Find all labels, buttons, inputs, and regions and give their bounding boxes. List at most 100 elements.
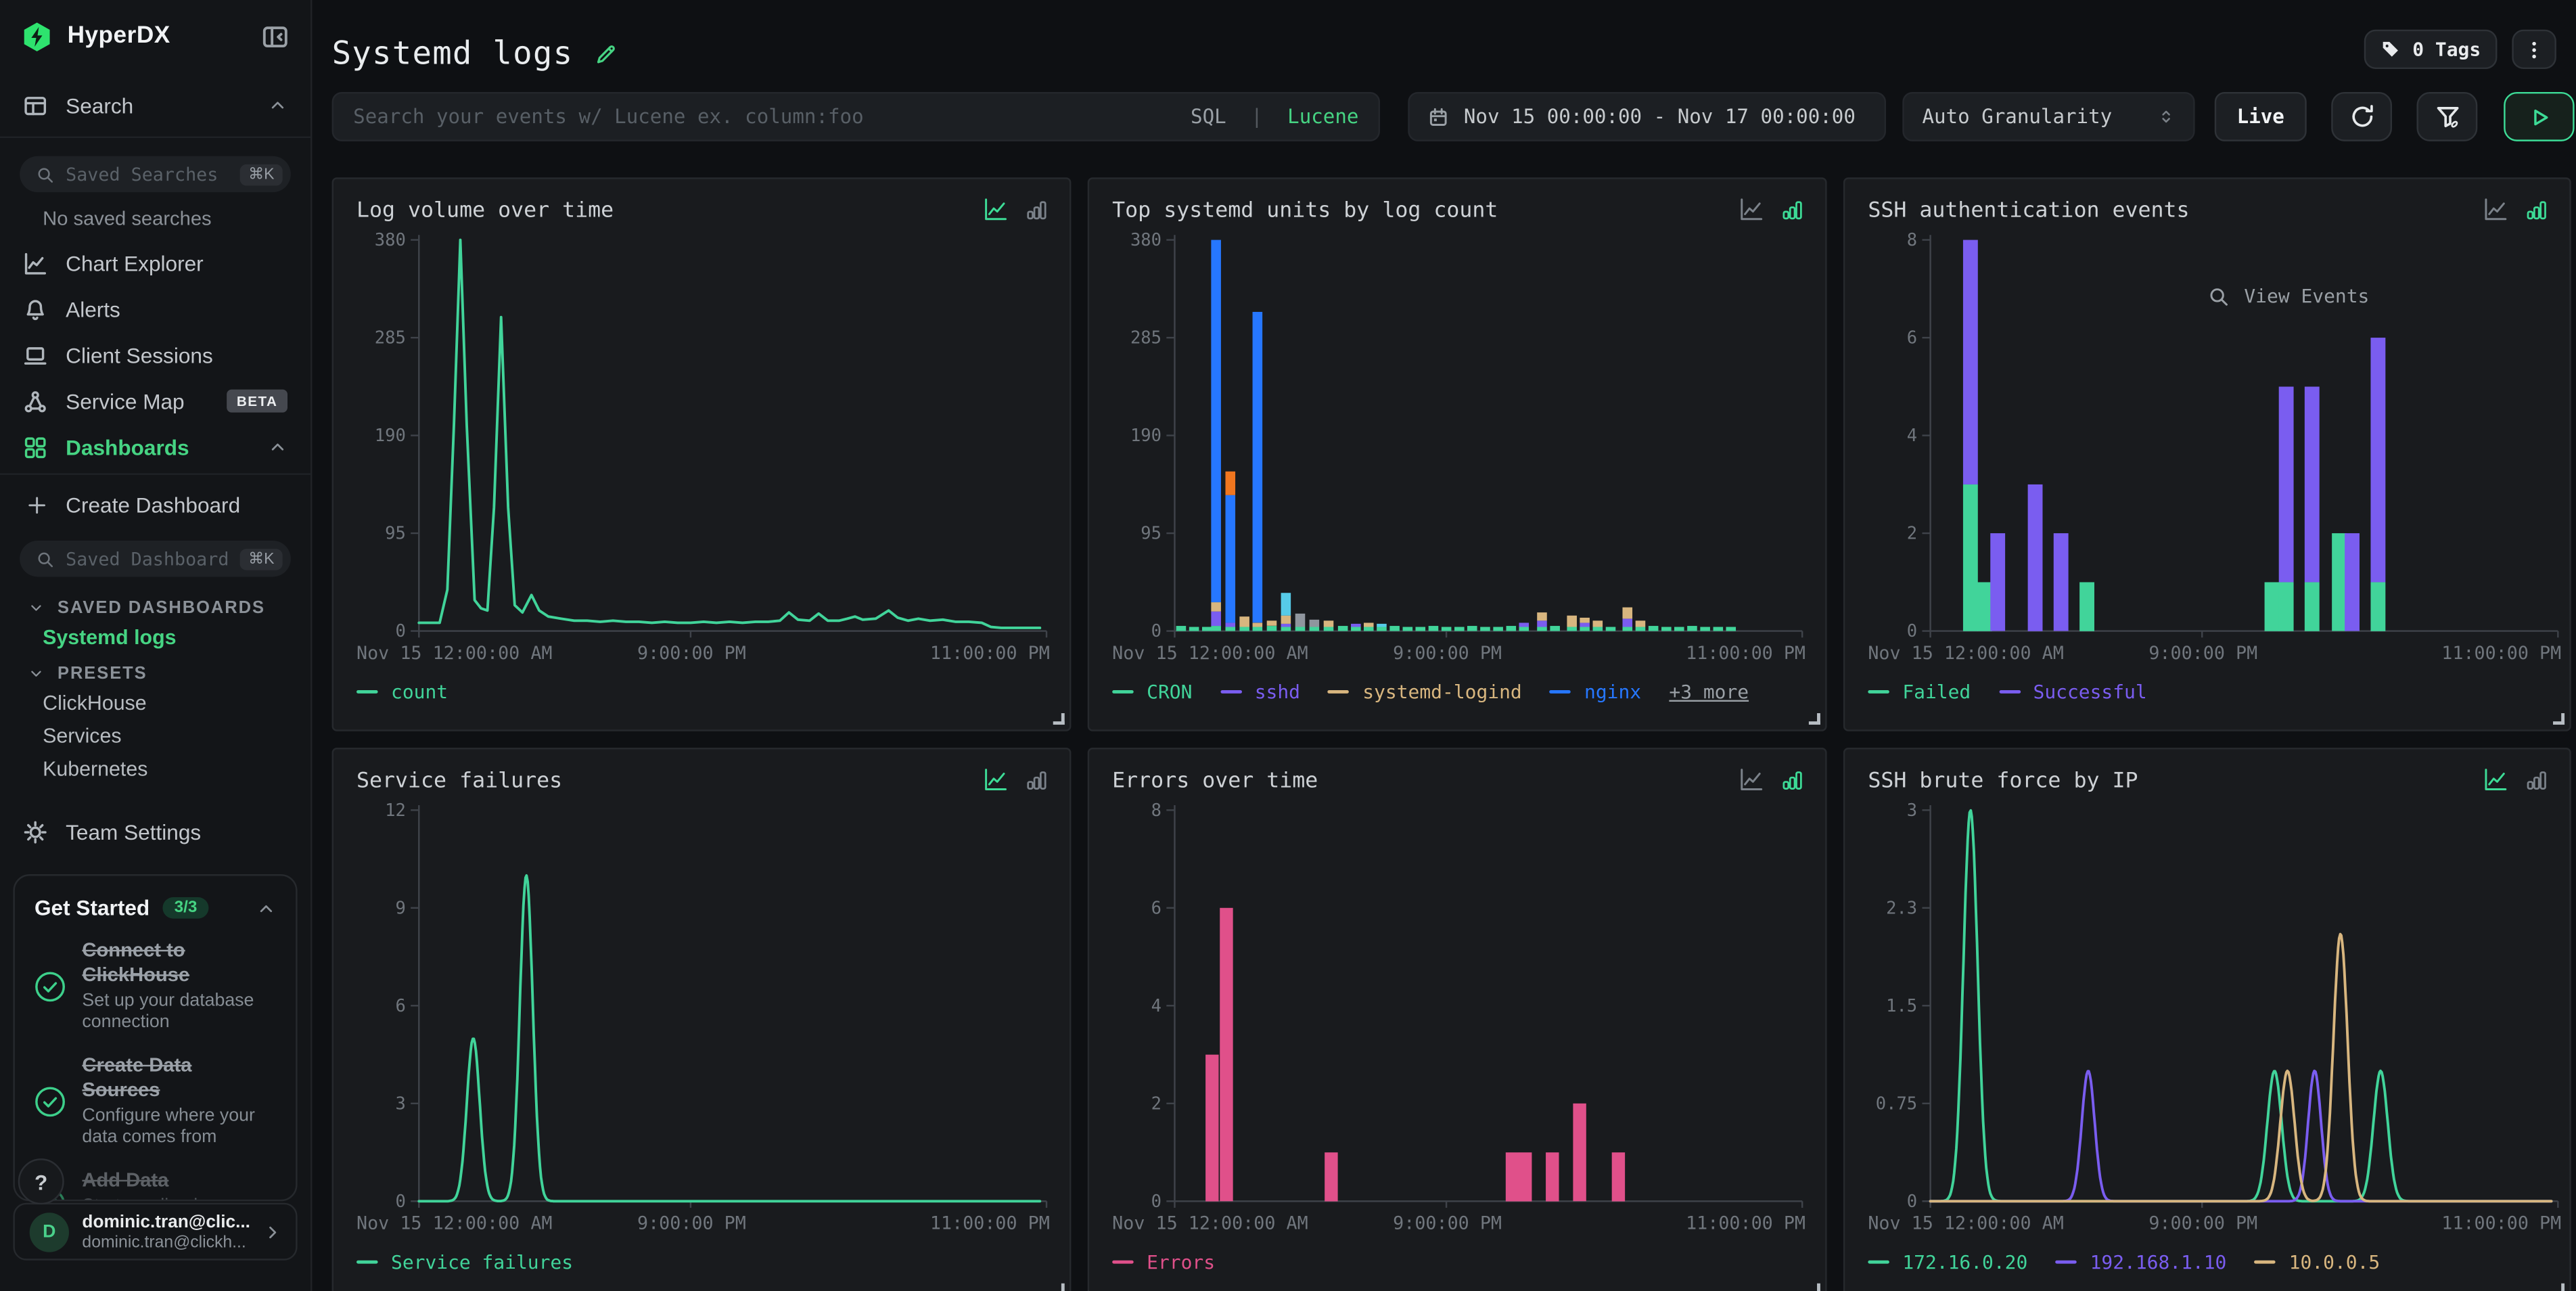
legend-color-dash (1112, 690, 1134, 694)
legend-item[interactable]: sshd (1220, 680, 1300, 703)
event-search-box[interactable]: SQL | Lucene (332, 92, 1380, 141)
bar-chart-toggle-icon[interactable] (1024, 197, 1050, 221)
chart-plot[interactable]: 380285190950 (356, 230, 1046, 641)
sidebar-item-alerts[interactable]: Alerts (0, 286, 310, 332)
get-started-step-2[interactable]: Create Data SourcesConfigure where your … (34, 1053, 276, 1150)
legend-item[interactable]: systemd-logind (1328, 680, 1521, 703)
saved-searches-input[interactable]: ⌘K (20, 156, 291, 192)
line-chart-toggle-icon[interactable] (2483, 767, 2509, 792)
resize-handle[interactable] (2553, 713, 2564, 725)
step-title: Add Data (82, 1168, 269, 1192)
legend-color-dash (1868, 690, 1889, 694)
resize-handle[interactable] (1053, 713, 1065, 725)
x-tick-label: 9:00:00 PM (637, 1213, 746, 1234)
section-header-1[interactable]: PRESETS (0, 659, 310, 687)
legend-item[interactable]: CRON (1112, 680, 1192, 703)
chart-plot[interactable]: 32.31.50.750 (1868, 800, 2546, 1211)
help-button[interactable]: ? (18, 1158, 64, 1204)
live-button[interactable]: Live (2215, 92, 2307, 141)
legend-color-dash (356, 690, 378, 694)
x-tick-label: 9:00:00 PM (2148, 1213, 2257, 1234)
refresh-button[interactable] (2331, 92, 2392, 141)
section-header-0[interactable]: SAVED DASHBOARDS (0, 593, 310, 621)
sql-mode-toggle[interactable]: SQL (1191, 105, 1226, 128)
legend-color-dash (1220, 690, 1242, 694)
sidebar-item-team-settings[interactable]: Team Settings (0, 809, 310, 855)
legend-item[interactable]: count (356, 680, 448, 703)
saved-dashboards-field[interactable] (66, 548, 229, 570)
x-tick-label: Nov 15 12:00:00 AM (356, 1213, 553, 1234)
event-search-input[interactable] (353, 105, 1177, 128)
filter-icon (2434, 104, 2460, 130)
get-started-step-1[interactable]: Connect to ClickHouseSet up your databas… (34, 938, 276, 1035)
x-axis-labels: Nov 15 12:00:00 AM9:00:00 PM11:00:00 PM (1112, 643, 1806, 666)
legend-color-dash (1868, 1261, 1889, 1264)
line-chart-toggle-icon[interactable] (1738, 767, 1764, 792)
svg-text:8: 8 (1907, 230, 1917, 250)
saved-searches-field[interactable] (66, 164, 229, 185)
line-chart-toggle-icon[interactable] (1738, 197, 1764, 221)
x-tick-label: 9:00:00 PM (2148, 643, 2257, 664)
legend-item[interactable]: 172.16.0.20 (1868, 1250, 2027, 1273)
chart-type-toggles (1738, 197, 1806, 221)
chart-plot[interactable]: 129630 (356, 800, 1046, 1211)
sidebar-item-service-map[interactable]: Service MapBETA (0, 378, 310, 424)
sidebar-item-dashboards[interactable]: Dashboards (0, 424, 310, 470)
legend-item[interactable]: 10.0.0.5 (2255, 1250, 2380, 1273)
legend-item[interactable]: Service failures (356, 1250, 573, 1273)
chevron-up-icon[interactable] (256, 898, 276, 918)
view-events-button[interactable]: View Events (2208, 284, 2369, 307)
legend-item[interactable]: 192.168.1.10 (2056, 1250, 2227, 1273)
sidebar-dashboard-clickhouse[interactable]: ClickHouse (0, 687, 310, 720)
bar-chart-toggle-icon[interactable] (1779, 767, 1806, 792)
svg-text:8: 8 (1151, 800, 1162, 821)
legend-item[interactable]: Successful (1999, 680, 2147, 703)
chart-plot[interactable]: 380285190950 (1112, 230, 1802, 641)
chart-type-toggles (1738, 767, 1806, 792)
line-chart-toggle-icon[interactable] (982, 767, 1009, 792)
edit-title-pencil-icon[interactable] (595, 42, 618, 65)
lucene-mode-toggle[interactable]: Lucene (1287, 105, 1358, 128)
line-chart-toggle-icon[interactable] (2483, 197, 2509, 221)
chart-plot[interactable]: 86420 (1112, 800, 1802, 1211)
sidebar-item-client-sessions[interactable]: Client Sessions (0, 332, 310, 378)
no-saved-searches-text: No saved searches (0, 192, 310, 230)
filter-button[interactable] (2416, 92, 2477, 141)
sidebar-dashboard-kubernetes[interactable]: Kubernetes (0, 752, 310, 786)
bar-chart-toggle-icon[interactable] (1779, 197, 1806, 221)
get-started-step-3[interactable]: Add DataStart sending logs, metrics, or … (34, 1168, 276, 1201)
resize-handle[interactable] (1053, 1284, 1065, 1291)
bar-chart-toggle-icon[interactable] (2523, 197, 2550, 221)
saved-dashboards-input[interactable]: ⌘K (20, 541, 291, 576)
section-label: PRESETS (58, 663, 147, 683)
chart-explorer-icon (23, 250, 47, 275)
bar-chart-toggle-icon[interactable] (1024, 767, 1050, 792)
granularity-select[interactable]: Auto Granularity (1902, 92, 2194, 141)
sidebar-item-chart-explorer[interactable]: Chart Explorer (0, 240, 310, 286)
chart-plot[interactable]: 86420View Events (1868, 230, 2546, 641)
sidebar-item-search[interactable]: Search (0, 82, 310, 128)
sidebar-collapse-icon[interactable] (261, 22, 289, 50)
create-dashboard-button[interactable]: Create Dashboard (0, 482, 310, 528)
line-chart-toggle-icon[interactable] (982, 197, 1009, 221)
resize-handle[interactable] (1809, 1284, 1820, 1291)
legend-label: Service failures (391, 1250, 573, 1273)
view-events-label: View Events (2244, 284, 2369, 307)
run-query-button[interactable] (2504, 92, 2574, 141)
legend-item[interactable]: nginx (1550, 680, 1641, 703)
bar-chart-toggle-icon[interactable] (2523, 767, 2550, 792)
svg-text:0: 0 (396, 1192, 406, 1211)
sidebar-item-label: Client Sessions (66, 342, 213, 367)
more-menu-button[interactable] (2512, 30, 2556, 69)
legend-more-link[interactable]: +3 more (1669, 680, 1749, 703)
legend-item[interactable]: Errors (1112, 1250, 1215, 1273)
x-tick-label: 11:00:00 PM (2441, 643, 2561, 664)
tags-button[interactable]: 0 Tags (2365, 30, 2498, 69)
sidebar-dashboard-services[interactable]: Services (0, 720, 310, 753)
user-menu[interactable]: D dominic.tran@clic... dominic.tran@clic… (13, 1203, 297, 1261)
legend-item[interactable]: Failed (1868, 680, 1971, 703)
resize-handle[interactable] (1809, 713, 1820, 725)
time-range-picker[interactable]: Nov 15 00:00:00 - Nov 17 00:00:00 (1408, 92, 1886, 141)
resize-handle[interactable] (2553, 1284, 2564, 1291)
sidebar-dashboard-systemd-logs[interactable]: Systemd logs (0, 621, 310, 654)
